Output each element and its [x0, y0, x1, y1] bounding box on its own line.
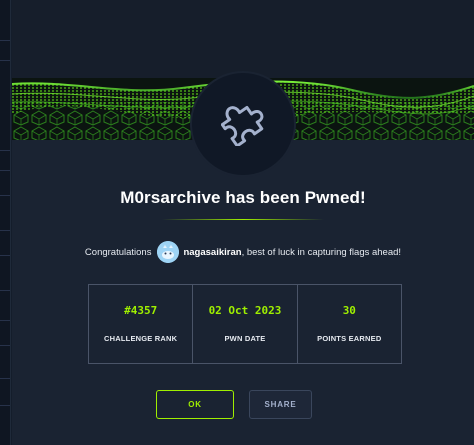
stat-points-earned: 30 POINTS EARNED — [298, 285, 401, 363]
congrats-suffix: , best of luck in capturing flags ahead! — [241, 246, 402, 258]
pwn-date-label: PWN DATE — [224, 334, 266, 343]
background-sidebar — [0, 0, 11, 445]
congratulations-message: Congratulations nagasaikiran , best of l… — [12, 240, 474, 264]
stat-challenge-rank: #4357 CHALLENGE RANK — [89, 285, 194, 363]
user-avatar-icon — [157, 241, 180, 263]
congrats-prefix: Congratulations — [84, 246, 152, 258]
challenge-badge — [192, 73, 294, 175]
modal-header-area — [12, 0, 474, 84]
title-underline — [162, 219, 324, 220]
ok-button[interactable]: OK — [156, 390, 234, 419]
username-link[interactable]: nagasaikiran — [183, 247, 241, 258]
puzzle-piece-icon — [221, 105, 264, 146]
modal-title: M0rsarchive has been Pwned! — [120, 188, 366, 207]
pwn-date-value: 02 Oct 2023 — [208, 304, 282, 317]
points-earned-value: 30 — [342, 304, 356, 317]
challenge-rank-value: #4357 — [124, 304, 158, 317]
share-button[interactable]: SHARE — [249, 390, 312, 419]
pwned-modal: M0rsarchive has been Pwned! Congratulati… — [12, 0, 474, 445]
stat-pwn-date: 02 Oct 2023 PWN DATE — [193, 285, 298, 363]
challenge-rank-label: CHALLENGE RANK — [104, 334, 178, 343]
stats-table: #4357 CHALLENGE RANK 02 Oct 2023 PWN DAT… — [88, 284, 402, 364]
points-earned-label: POINTS EARNED — [317, 334, 382, 343]
